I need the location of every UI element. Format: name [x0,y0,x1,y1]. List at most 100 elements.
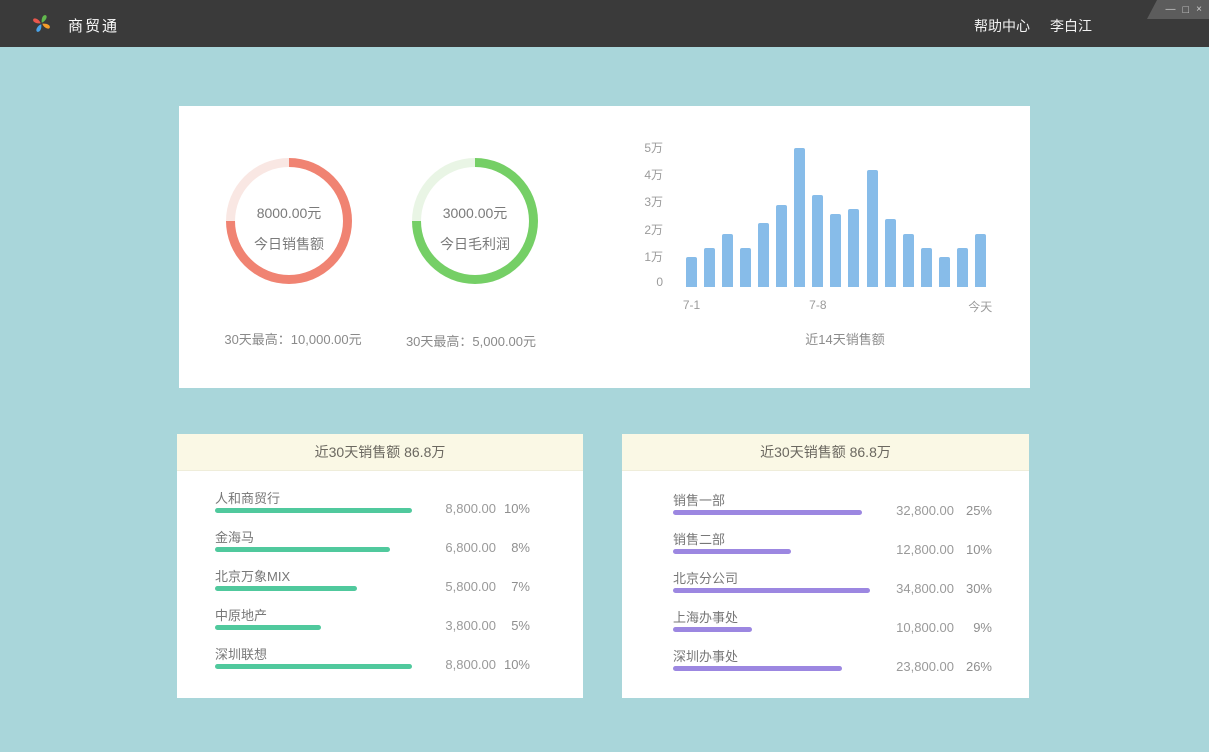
ranking-row-value: 3,800.00 [416,618,496,633]
user-name-link[interactable]: 李白江 [1050,16,1092,36]
ranking-row-numbers: 3,800.005% [416,618,530,633]
today-profit-label: 今日毛利润 [440,234,510,254]
ranking-row-percent: 5% [496,618,530,633]
today-sales-value: 8000.00元 [257,203,322,223]
x-axis-tick-label: 7-8 [809,298,826,312]
ranking-row-bar [215,547,390,552]
ranking-row-label: 中原地产 [215,605,267,624]
maximize-icon[interactable]: □ [1183,5,1190,15]
ranking-row-label: 金海马 [215,527,254,546]
window-controls: — □ × [1147,0,1209,19]
daily-sales-bar [939,257,950,287]
ranking-row-value: 12,800.00 [862,542,954,557]
ranking-row-label: 人和商贸行 [215,488,280,507]
ranking-row-bar [673,666,842,671]
ranking-row-numbers: 5,800.007% [416,579,530,594]
ranking-row-value: 32,800.00 [862,503,954,518]
list-item: 北京万象MIX 5,800.007% [177,566,583,605]
titlebar-links: 帮助中心 李白江 [974,16,1092,36]
app-window: 商贸通 帮助中心 李白江 — □ × 8000.00元 今日销售额 30天最高：… [0,0,1209,752]
daily-sales-bar [867,170,878,287]
ranking-row-value: 34,800.00 [862,581,954,596]
ranking-row-value: 5,800.00 [416,579,496,594]
help-center-link[interactable]: 帮助中心 [974,16,1030,36]
sales-14d-bar-chart [686,142,990,287]
ranking-row-label: 北京分公司 [673,568,738,587]
ranking-row-bar [215,586,357,591]
ranking-row-value: 8,800.00 [416,501,496,516]
list-item: 深圳联想 8,800.0010% [177,644,583,683]
ranking-row-numbers: 8,800.0010% [416,501,530,516]
ranking-row-bar [673,510,862,515]
titlebar: 商贸通 帮助中心 李白江 — □ × [0,0,1209,47]
ranking-row-numbers: 6,800.008% [416,540,530,555]
ranking-row-numbers: 32,800.0025% [862,503,992,518]
ranking-row-value: 23,800.00 [862,659,954,674]
daily-sales-bar [704,248,715,287]
today-profit-donut-center: 3000.00元 今日毛利润 [412,158,538,284]
ranking-row-bar [673,588,870,593]
ranking-row-percent: 10% [496,657,530,672]
ranking-row-bar [215,508,412,513]
ranking-row-label: 深圳联想 [215,644,267,663]
customer-ranking-header: 近30天销售额 86.8万 [177,434,583,471]
department-ranking-header: 近30天销售额 86.8万 [622,434,1029,471]
ranking-row-percent: 10% [496,501,530,516]
today-profit-value: 3000.00元 [443,203,508,223]
today-sales-donut-center: 8000.00元 今日销售额 [226,158,352,284]
customer-ranking-list: 人和商贸行8,800.0010%金海马6,800.008%北京万象MIX5,80… [177,471,583,697]
daily-sales-bar [975,234,986,287]
daily-sales-bar [830,214,841,287]
ranking-row-bar [673,549,791,554]
list-item: 上海办事处10,800.009% [622,607,1029,646]
ranking-row-value: 10,800.00 [862,620,954,635]
y-axis-tick-label: 1万 [613,248,663,265]
daily-sales-bar [903,234,914,287]
ranking-row-percent: 7% [496,579,530,594]
ranking-row-numbers: 12,800.0010% [862,542,992,557]
ranking-row-percent: 10% [954,542,992,557]
ranking-row-percent: 9% [954,620,992,635]
daily-sales-bar [758,223,769,287]
customer-ranking-card: 近30天销售额 86.8万 人和商贸行8,800.0010%金海马6,800.0… [177,434,583,698]
daily-sales-bar [794,148,805,287]
y-axis-tick-label: 5万 [613,139,663,156]
y-axis-tick-label: 2万 [613,221,663,238]
daily-sales-bar [921,248,932,287]
ranking-row-numbers: 23,800.0026% [862,659,992,674]
minimize-icon[interactable]: — [1166,5,1176,15]
ranking-row-value: 6,800.00 [416,540,496,555]
list-item: 人和商贸行 8,800.0010% [177,488,583,527]
ranking-row-percent: 25% [954,503,992,518]
y-axis-tick-label: 4万 [613,166,663,183]
ranking-row-numbers: 8,800.0010% [416,657,530,672]
app-logo-pinwheel-icon [29,11,54,36]
today-sales-label: 今日销售额 [254,234,324,254]
profit-30d-max-text: 30天最高：5,000.00元 [366,331,576,350]
x-axis-tick-label: 今天 [968,298,992,315]
close-icon[interactable]: × [1196,5,1202,15]
list-item: 销售一部 32,800.0025% [622,490,1029,529]
y-axis-tick-label: 0 [613,275,663,289]
daily-sales-bar [957,248,968,287]
today-sales-donut-chart: 8000.00元 今日销售额 [226,158,352,284]
ranking-row-bar [215,625,321,630]
daily-sales-bar [812,195,823,287]
list-item: 中原地产 3,800.005% [177,605,583,644]
ranking-row-bar [673,627,752,632]
daily-sales-bar [686,257,697,287]
today-overview-card: 8000.00元 今日销售额 30天最高：10,000.00元 3000.00元… [179,106,1030,388]
department-ranking-list: 销售一部32,800.0025%销售二部12,800.0010%北京分公司34,… [622,471,1029,697]
list-item: 金海马 6,800.008% [177,527,583,566]
bar-chart-title: 近14天销售额 [693,329,997,348]
ranking-row-value: 8,800.00 [416,657,496,672]
list-item: 北京分公司 34,800.0030% [622,568,1029,607]
ranking-row-bar [215,664,412,669]
ranking-row-label: 销售一部 [673,490,725,509]
daily-sales-bar [848,209,859,287]
ranking-row-label: 北京万象MIX [215,566,290,585]
list-item: 深圳办事处23,800.0026% [622,646,1029,685]
ranking-row-numbers: 10,800.009% [862,620,992,635]
ranking-row-numbers: 34,800.0030% [862,581,992,596]
y-axis-tick-label: 3万 [613,193,663,210]
